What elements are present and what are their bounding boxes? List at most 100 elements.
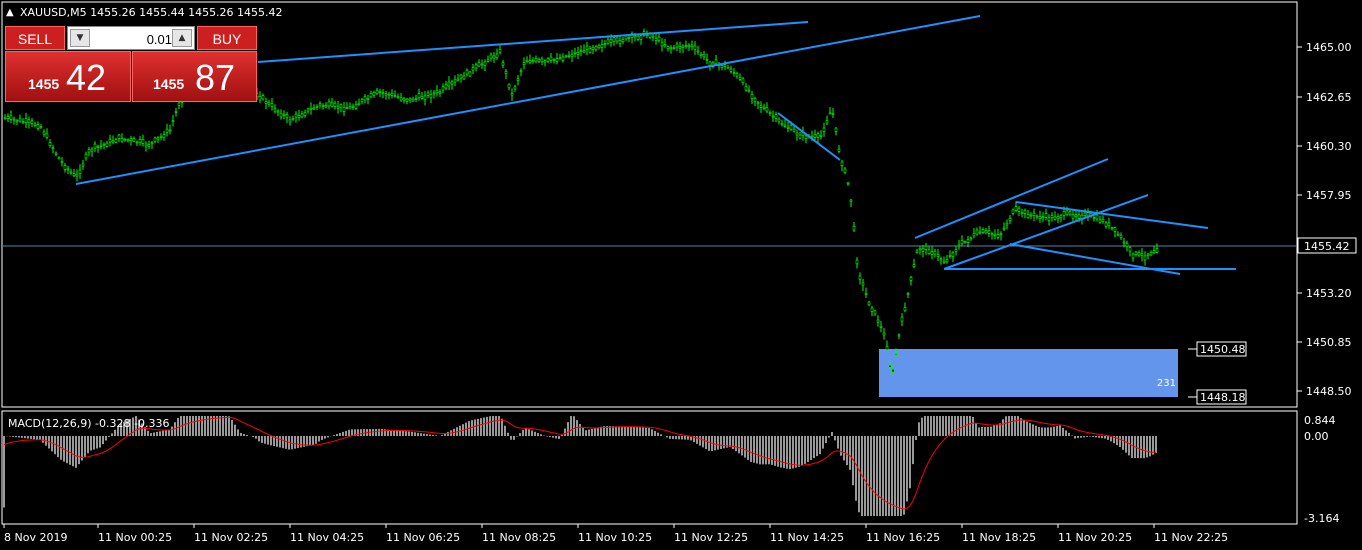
candle-body: [1098, 219, 1102, 223]
candle-body: [819, 135, 823, 137]
candle-body: [282, 113, 286, 116]
candle-body: [486, 59, 490, 62]
candle-body: [294, 113, 298, 118]
buy-price-display[interactable]: 1455 87: [132, 51, 257, 102]
candle-body: [477, 62, 481, 67]
candle-body: [822, 127, 826, 132]
candle-body: [381, 92, 385, 94]
lot-size-input[interactable]: [92, 29, 174, 49]
candle-body: [789, 125, 793, 130]
candle-body: [939, 258, 943, 261]
candle-body: [264, 101, 268, 104]
candle-body: [699, 54, 703, 56]
candle-body: [459, 74, 463, 79]
candle-body: [996, 234, 1000, 238]
time-label: 11 Nov 14:25: [770, 531, 844, 544]
time-label: 11 Nov 22:25: [1154, 531, 1228, 544]
sell-price-display[interactable]: 1455 42: [5, 51, 131, 102]
candle-body: [78, 169, 82, 175]
candle-body: [114, 139, 118, 143]
sell-button[interactable]: SELL: [5, 26, 65, 50]
candle-body: [555, 58, 559, 62]
candle-body: [1107, 222, 1111, 227]
candle-body: [54, 152, 58, 155]
candle-body: [966, 239, 970, 243]
candle-body: [495, 53, 499, 59]
candle-body: [1047, 217, 1051, 221]
candle-body: [324, 105, 328, 108]
candle-body: [516, 78, 520, 81]
candle-body: [162, 134, 166, 139]
candle-body: [840, 161, 844, 167]
candle-body: [543, 60, 547, 63]
candle-body: [795, 132, 799, 136]
candle-body: [501, 62, 505, 66]
candle-body: [564, 55, 568, 58]
candle-body: [174, 111, 178, 113]
candle-body: [987, 230, 991, 234]
candle-body: [1095, 214, 1099, 220]
sell-price-small: 1455: [28, 76, 60, 92]
candle-body: [84, 153, 88, 159]
candle-body: [1140, 253, 1144, 256]
candle-body: [918, 248, 922, 251]
macd-tick-label: 0.00: [1304, 430, 1329, 443]
candle-body: [561, 56, 565, 61]
candle-body: [615, 37, 619, 42]
candle-body: [552, 59, 556, 61]
candle-body: [597, 45, 601, 49]
candle-body: [1026, 214, 1030, 219]
time-label: 11 Nov 02:25: [194, 531, 268, 544]
candle-body: [657, 36, 661, 41]
candle-body: [387, 93, 391, 96]
lot-decrease-button[interactable]: ▼: [70, 29, 90, 47]
candle-body: [783, 124, 787, 127]
price-tick-label: 1465.00: [1306, 41, 1352, 54]
candle-body: [531, 60, 535, 62]
candle-body: [285, 114, 289, 119]
candle-body: [504, 71, 508, 74]
candle-body: [390, 92, 394, 96]
candle-body: [573, 51, 577, 54]
candle-body: [165, 128, 169, 133]
price-range-rectangle[interactable]: [879, 349, 1178, 397]
candle-body: [498, 49, 502, 53]
candle-body: [765, 107, 769, 112]
buy-price-small: 1455: [153, 76, 185, 92]
candle-body: [666, 46, 670, 49]
candle-body: [897, 334, 901, 337]
candle-body: [576, 52, 580, 55]
candle-body: [1119, 235, 1123, 238]
price-axis: 1465.00 1462.65 1460.30 1457.95 1453.20 1450.…: [1297, 41, 1352, 398]
time-axis: 8 Nov 2019 11 Nov 00:25 11 Nov 02:25 11 Nov…: [3, 524, 1228, 544]
candle-body: [288, 119, 292, 123]
macd-histogram: [3, 416, 1157, 516]
candle-body: [99, 144, 103, 147]
candle-body: [591, 47, 595, 50]
candle-body: [111, 140, 115, 143]
symbol-arrow-icon: ▲: [6, 7, 14, 18]
candle-body: [1143, 255, 1147, 261]
buy-button[interactable]: BUY: [197, 26, 257, 50]
candle-body: [603, 43, 607, 45]
candle-body: [369, 93, 373, 98]
candle-body: [135, 141, 139, 144]
candle-body: [318, 103, 322, 106]
candle-body: [609, 39, 613, 43]
candle-body: [780, 123, 784, 125]
candle-body: [423, 95, 427, 101]
candle-body: [579, 50, 583, 52]
candle-body: [720, 65, 724, 68]
rect-upper-label: 1450.48: [1200, 343, 1246, 356]
candle-body: [912, 264, 916, 267]
candle-body: [594, 46, 598, 50]
candle-body: [117, 134, 121, 139]
lot-increase-button[interactable]: ▲: [172, 29, 192, 47]
candle-body: [1074, 214, 1078, 217]
candle-body: [942, 260, 946, 263]
candle-body: [120, 138, 124, 142]
candle-body: [954, 249, 958, 252]
candle-body: [33, 123, 37, 126]
candle-body: [351, 106, 355, 108]
candle-body: [489, 54, 493, 59]
